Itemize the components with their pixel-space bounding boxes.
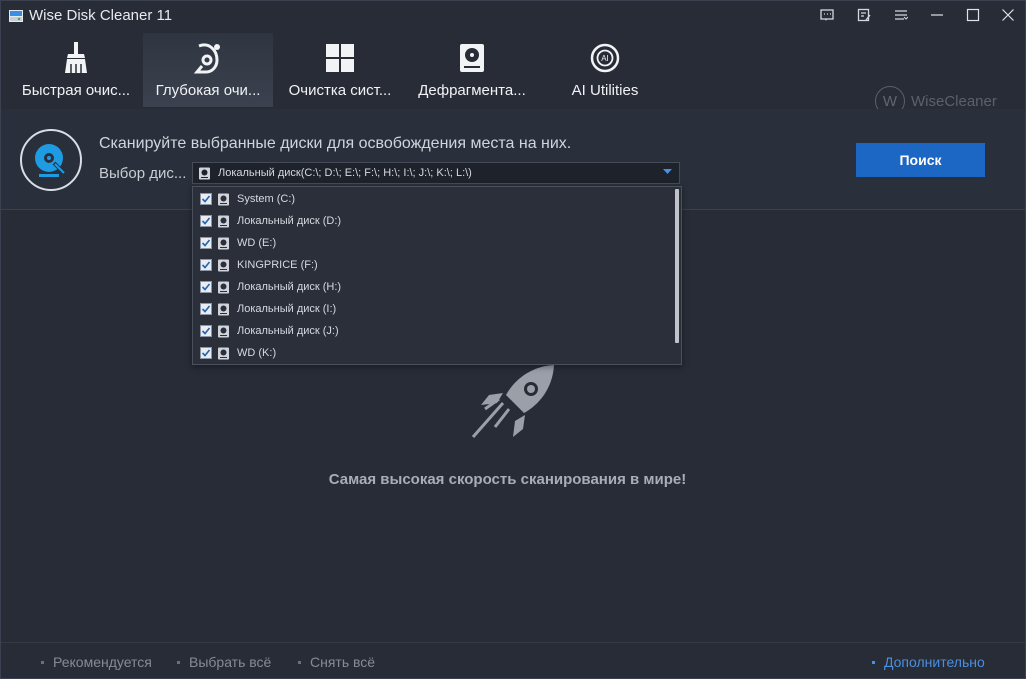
maximize-icon [966,8,980,22]
harddisk-icon [218,325,229,337]
tab-defrag[interactable]: Дефрагмента... [411,33,533,107]
drive-list-item[interactable]: System (C:) [200,189,295,209]
app-window: Wise Disk Cleaner 11 Быстрая очис... Глу… [0,0,1026,679]
speed-tagline: Самая высокая скорость сканирования в ми… [328,471,687,488]
drive-list-dropdown[interactable]: System (C:) Локальный диск (D:) WD (E:) KIN… [192,186,682,365]
feedback-icon [820,9,834,21]
tab-quick-clean[interactable]: Быстрая очис... [15,33,137,107]
footer-bar: Рекомендуется Выбрать всё Снять всё Допо… [1,642,1025,678]
harddisk-icon [218,347,229,359]
harddisk-icon [460,44,484,72]
harddisk-icon [218,237,229,249]
drive-list-item[interactable]: Локальный диск (J:) [200,321,339,341]
tab-system-clean[interactable]: Очистка сист... [279,33,401,107]
tab-deep-clean[interactable]: Глубокая очи... [143,33,273,107]
drive-label: Локальный диск (D:) [237,215,342,227]
deep-clean-icon [193,43,220,74]
tab-label: Глубокая очи... [155,82,261,99]
drive-label: System (C:) [237,193,296,205]
menu-button[interactable] [884,1,918,29]
title-bar: Wise Disk Cleaner 11 [1,1,1025,31]
harddisk-icon [218,303,229,315]
rocket-icon [471,365,554,438]
drive-list-item[interactable]: KINGPRICE (F:) [200,255,318,275]
tab-label: Очистка сист... [288,82,392,99]
disk-select-dropdown[interactable]: Локальный диск(C:\; D:\; E:\; F:\; H:\; … [192,162,680,184]
harddisk-icon [199,167,210,179]
recommended-link[interactable]: Рекомендуется [41,654,152,670]
drive-label: Локальный диск (J:) [237,325,339,337]
select-all-link[interactable]: Выбрать всё [177,654,271,670]
tab-label: Дефрагмента... [418,82,526,99]
disk-scan-icon [20,129,82,191]
drive-checkbox[interactable] [200,325,212,337]
drive-checkbox[interactable] [200,193,212,205]
notes-icon [857,8,871,22]
drive-label: Локальный диск (H:) [237,281,342,293]
disk-select-label: Выбор дис... [99,165,187,182]
app-logo-icon [9,10,23,22]
close-button[interactable] [991,1,1025,29]
drive-checkbox[interactable] [200,259,212,271]
chevron-down-icon[interactable] [663,169,672,175]
harddisk-icon [218,259,229,271]
window-title: Wise Disk Cleaner 11 [29,7,173,24]
drive-list-item[interactable]: WD (E:) [200,233,276,253]
tab-label: Быстрая очис... [21,82,131,99]
tab-label: AI Utilities [571,82,639,99]
ai-icon: AI [590,43,620,73]
harddisk-icon [218,281,229,293]
more-options-link[interactable]: Дополнительно [872,654,985,670]
drive-checkbox[interactable] [200,347,212,359]
drive-label: WD (K:) [237,347,277,359]
harddisk-icon [218,193,229,205]
windows-icon [326,44,354,72]
drive-label: Локальный диск (I:) [237,303,337,315]
notes-button[interactable] [847,1,881,29]
close-icon [1002,9,1014,21]
more-options-label: Дополнительно [884,654,985,670]
search-button[interactable]: Поиск [856,143,985,177]
drive-label: WD (E:) [237,237,277,249]
drive-checkbox[interactable] [200,237,212,249]
recommended-label: Рекомендуется [53,654,152,670]
minimize-button[interactable] [920,1,954,29]
deselect-all-link[interactable]: Снять всё [298,654,375,670]
drive-checkbox[interactable] [200,215,212,227]
drive-checkbox[interactable] [200,303,212,315]
scrollbar-thumb[interactable] [675,189,679,343]
drive-list-item[interactable]: Локальный диск (H:) [200,277,341,297]
drive-list-item[interactable]: Локальный диск (I:) [200,299,336,319]
svg-text:AI: AI [601,54,609,63]
minimize-icon [931,14,943,16]
drive-label: KINGPRICE (F:) [237,259,318,271]
main-toolbar: Быстрая очис... Глубокая очи... Очистка … [1,31,1025,116]
select-all-label: Выбрать всё [189,654,272,670]
harddisk-icon [218,215,229,227]
disk-select-value: Локальный диск(C:\; D:\; E:\; F:\; H:\; … [218,167,472,179]
drive-list-item[interactable]: Локальный диск (D:) [200,211,341,231]
header-headline: Сканируйте выбранные диски для освобожде… [99,135,572,152]
drive-list-item[interactable]: WD (K:) [200,343,276,363]
brand-text: WiseCleaner [911,92,997,110]
feedback-button[interactable] [810,1,844,29]
drive-checkbox[interactable] [200,281,212,293]
maximize-button[interactable] [956,1,990,29]
broom-icon [65,42,87,73]
deselect-all-label: Снять всё [310,654,376,670]
tab-ai-utilities[interactable]: AI AI Utilities [546,33,664,107]
menu-icon [895,10,908,20]
